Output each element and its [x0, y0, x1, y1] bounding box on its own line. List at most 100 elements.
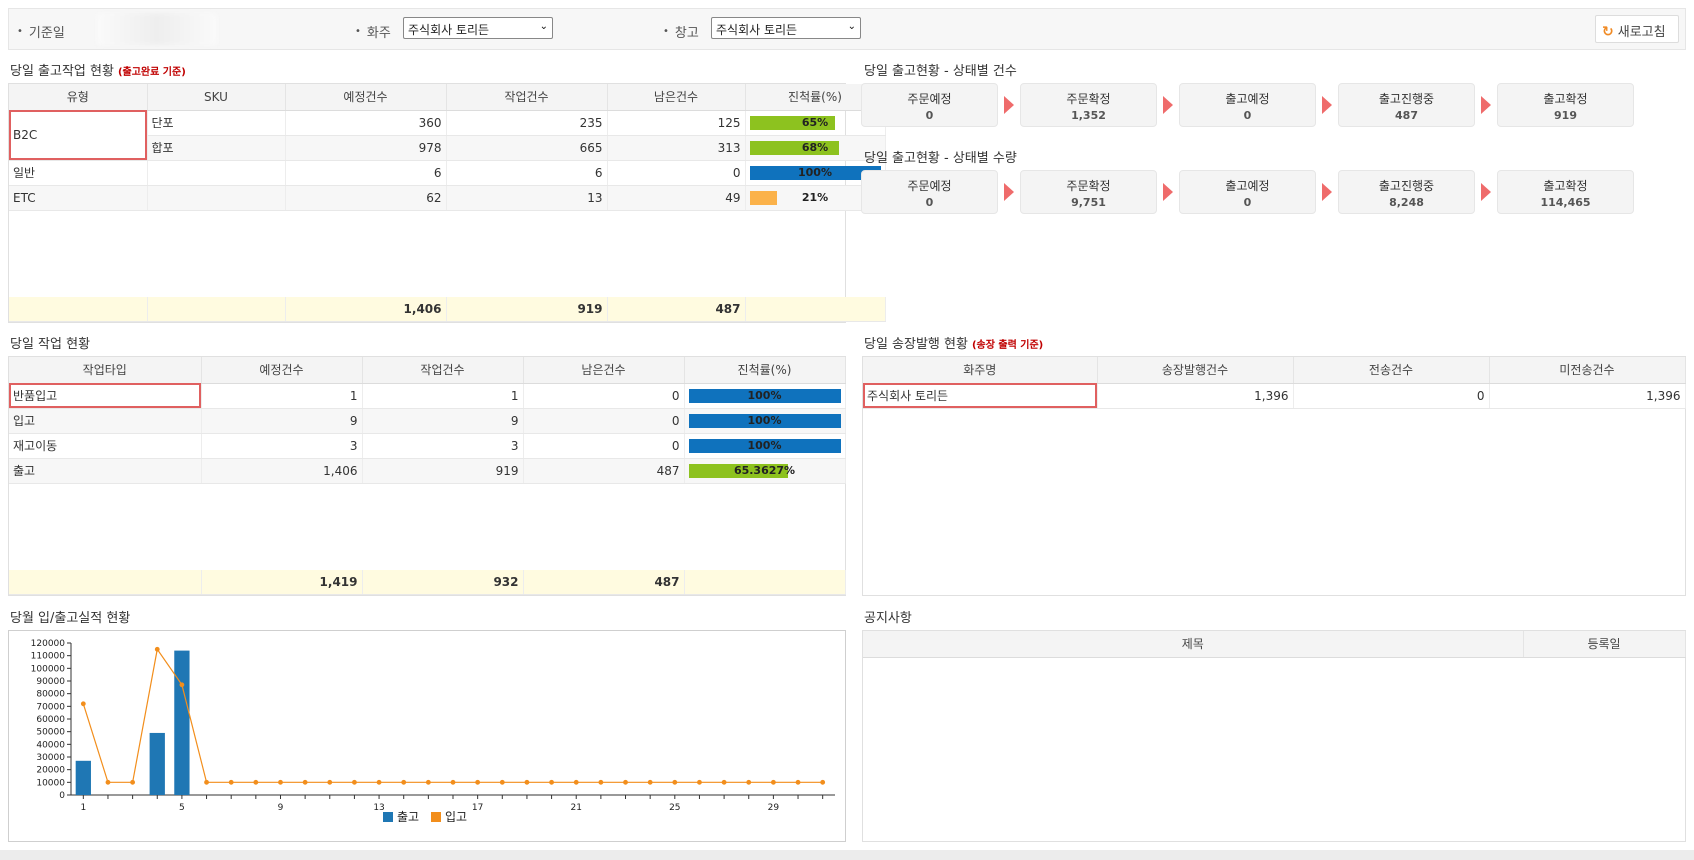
- table-row[interactable]: B2C 단포 360 235 125 65%: [9, 110, 886, 161]
- date-field[interactable]: [97, 13, 217, 45]
- warehouse-select[interactable]: 주식회사 토리든 ⌄: [711, 17, 861, 39]
- invoice-note: (송장 출력 기준): [971, 340, 1044, 351]
- owner-select[interactable]: 주식회사 토리든 ⌄: [403, 17, 553, 39]
- arrow-right-icon: [1004, 96, 1014, 114]
- point-inbound: [697, 779, 702, 785]
- remain-cell[interactable]: 0: [523, 408, 685, 434]
- planned-cell[interactable]: 6: [285, 160, 447, 186]
- progress-cell[interactable]: 100%: [684, 383, 846, 409]
- col-header[interactable]: SKU: [147, 84, 286, 111]
- owner-cell[interactable]: 주식회사 토리든: [863, 383, 1098, 409]
- status-label: 주문예정: [907, 179, 952, 193]
- footer-strip: [0, 850, 1694, 860]
- planned-cell[interactable]: 978: [285, 135, 447, 161]
- planned-cell[interactable]: 360: [285, 110, 447, 136]
- status-box[interactable]: 주문확정 9,751: [1020, 170, 1157, 214]
- sent-cell[interactable]: 0: [1293, 383, 1490, 409]
- col-header[interactable]: 작업건수: [362, 357, 524, 384]
- col-header[interactable]: 작업건수: [446, 84, 608, 111]
- table-row[interactable]: 입고 9 9 0 100%: [9, 408, 846, 434]
- point-inbound: [154, 646, 160, 652]
- planned-cell[interactable]: 3: [201, 433, 363, 459]
- sku-cell[interactable]: [147, 185, 286, 211]
- col-header[interactable]: 작업타입: [9, 357, 202, 384]
- col-header[interactable]: 화주명: [863, 357, 1098, 384]
- status-value: 0: [925, 196, 934, 209]
- status-box[interactable]: 출고진행중 8,248: [1338, 170, 1475, 214]
- done-cell[interactable]: 13: [446, 185, 608, 211]
- planned-cell[interactable]: 1: [201, 383, 363, 409]
- status-box[interactable]: 출고확정 114,465: [1497, 170, 1634, 214]
- status-box[interactable]: 출고예정 0: [1179, 170, 1316, 214]
- planned-cell[interactable]: 1,406: [201, 458, 363, 484]
- done-cell[interactable]: 3: [362, 433, 524, 459]
- col-header[interactable]: 예정건수: [285, 84, 447, 111]
- col-header[interactable]: 제목: [863, 631, 1524, 658]
- chart-title: 당월 입/출고실적 현황: [10, 611, 131, 626]
- work-type-cell[interactable]: 재고이동: [9, 433, 202, 459]
- table-row[interactable]: 주식회사 토리든 1,396 0 1,396: [863, 383, 1686, 409]
- status-box[interactable]: 출고예정 0: [1179, 83, 1316, 127]
- refresh-button[interactable]: ↻ 새로고침: [1595, 15, 1679, 43]
- remain-cell[interactable]: 487: [523, 458, 685, 484]
- col-header[interactable]: 유형: [9, 84, 148, 111]
- outbound-table: 유형 SKU 예정건수 작업건수 남은건수 진척률(%) B2C 단포 360 …: [9, 84, 886, 211]
- progress-cell[interactable]: 100%: [684, 433, 846, 459]
- done-cell[interactable]: 235: [446, 110, 608, 136]
- remain-cell[interactable]: 0: [607, 160, 746, 186]
- type-cell[interactable]: ETC: [9, 185, 148, 211]
- total-planned: 1,406: [285, 296, 447, 322]
- sku-cell[interactable]: 단포: [147, 110, 286, 136]
- total-cell: [684, 569, 846, 595]
- col-header[interactable]: 예정건수: [201, 357, 363, 384]
- status-box[interactable]: 출고진행중 487: [1338, 83, 1475, 127]
- work-type-cell[interactable]: 출고: [9, 458, 202, 484]
- total-cell: [745, 296, 886, 322]
- status-box[interactable]: 주문확정 1,352: [1020, 83, 1157, 127]
- status-count-title: 당일 출고현황 - 상태별 건수: [864, 64, 1017, 79]
- status-box[interactable]: 주문예정 0: [861, 170, 998, 214]
- type-cell[interactable]: B2C: [9, 110, 148, 161]
- refresh-button-label: 새로고침: [1617, 25, 1666, 40]
- col-header[interactable]: 등록일: [1523, 631, 1686, 658]
- table-row[interactable]: 출고 1,406 919 487 65.3627%: [9, 458, 846, 484]
- unsent-cell[interactable]: 1,396: [1489, 383, 1686, 409]
- remain-cell[interactable]: 313: [607, 135, 746, 161]
- table-row[interactable]: ETC 62 13 49 21%: [9, 185, 886, 211]
- status-box[interactable]: 주문예정 0: [861, 83, 998, 127]
- remain-cell[interactable]: 49: [607, 185, 746, 211]
- done-cell[interactable]: 9: [362, 408, 524, 434]
- done-cell[interactable]: 6: [446, 160, 608, 186]
- status-box[interactable]: 출고확정 919: [1497, 83, 1634, 127]
- work-type-cell[interactable]: 반품입고: [9, 383, 202, 409]
- col-header[interactable]: 송장발행건수: [1097, 357, 1294, 384]
- progress-cell[interactable]: 65.3627%: [684, 458, 846, 484]
- table-row[interactable]: 반품입고 1 1 0 100%: [9, 383, 846, 409]
- planned-cell[interactable]: 9: [201, 408, 363, 434]
- sku-cell[interactable]: [147, 160, 286, 186]
- done-cell[interactable]: 665: [446, 135, 608, 161]
- col-header[interactable]: 미전송건수: [1489, 357, 1686, 384]
- remain-cell[interactable]: 0: [523, 433, 685, 459]
- col-header[interactable]: 진척률(%): [684, 357, 846, 384]
- done-cell[interactable]: 1: [362, 383, 524, 409]
- x-tick-label: 1: [80, 803, 86, 813]
- planned-cell[interactable]: 62: [285, 185, 447, 211]
- progress-cell[interactable]: 100%: [684, 408, 846, 434]
- status-value: 114,465: [1540, 196, 1591, 209]
- col-header[interactable]: 남은건수: [607, 84, 746, 111]
- owner-label-text: 화주: [366, 26, 391, 41]
- issued-cell[interactable]: 1,396: [1097, 383, 1294, 409]
- table-row[interactable]: 일반 6 6 0 100%: [9, 160, 886, 186]
- col-header[interactable]: 전송건수: [1293, 357, 1490, 384]
- type-cell[interactable]: 일반: [9, 160, 148, 186]
- status-count-flow: 주문예정 0 주문확정 1,352 출고예정 0 출고진행중 487 출고확정 919: [861, 83, 1634, 127]
- table-row[interactable]: 재고이동 3 3 0 100%: [9, 433, 846, 459]
- remain-cell[interactable]: 125: [607, 110, 746, 136]
- sku-cell[interactable]: 합포: [147, 135, 286, 161]
- work-type-cell[interactable]: 입고: [9, 408, 202, 434]
- col-header[interactable]: 남은건수: [523, 357, 685, 384]
- done-cell[interactable]: 919: [362, 458, 524, 484]
- x-tick-label: 9: [278, 803, 284, 813]
- remain-cell[interactable]: 0: [523, 383, 685, 409]
